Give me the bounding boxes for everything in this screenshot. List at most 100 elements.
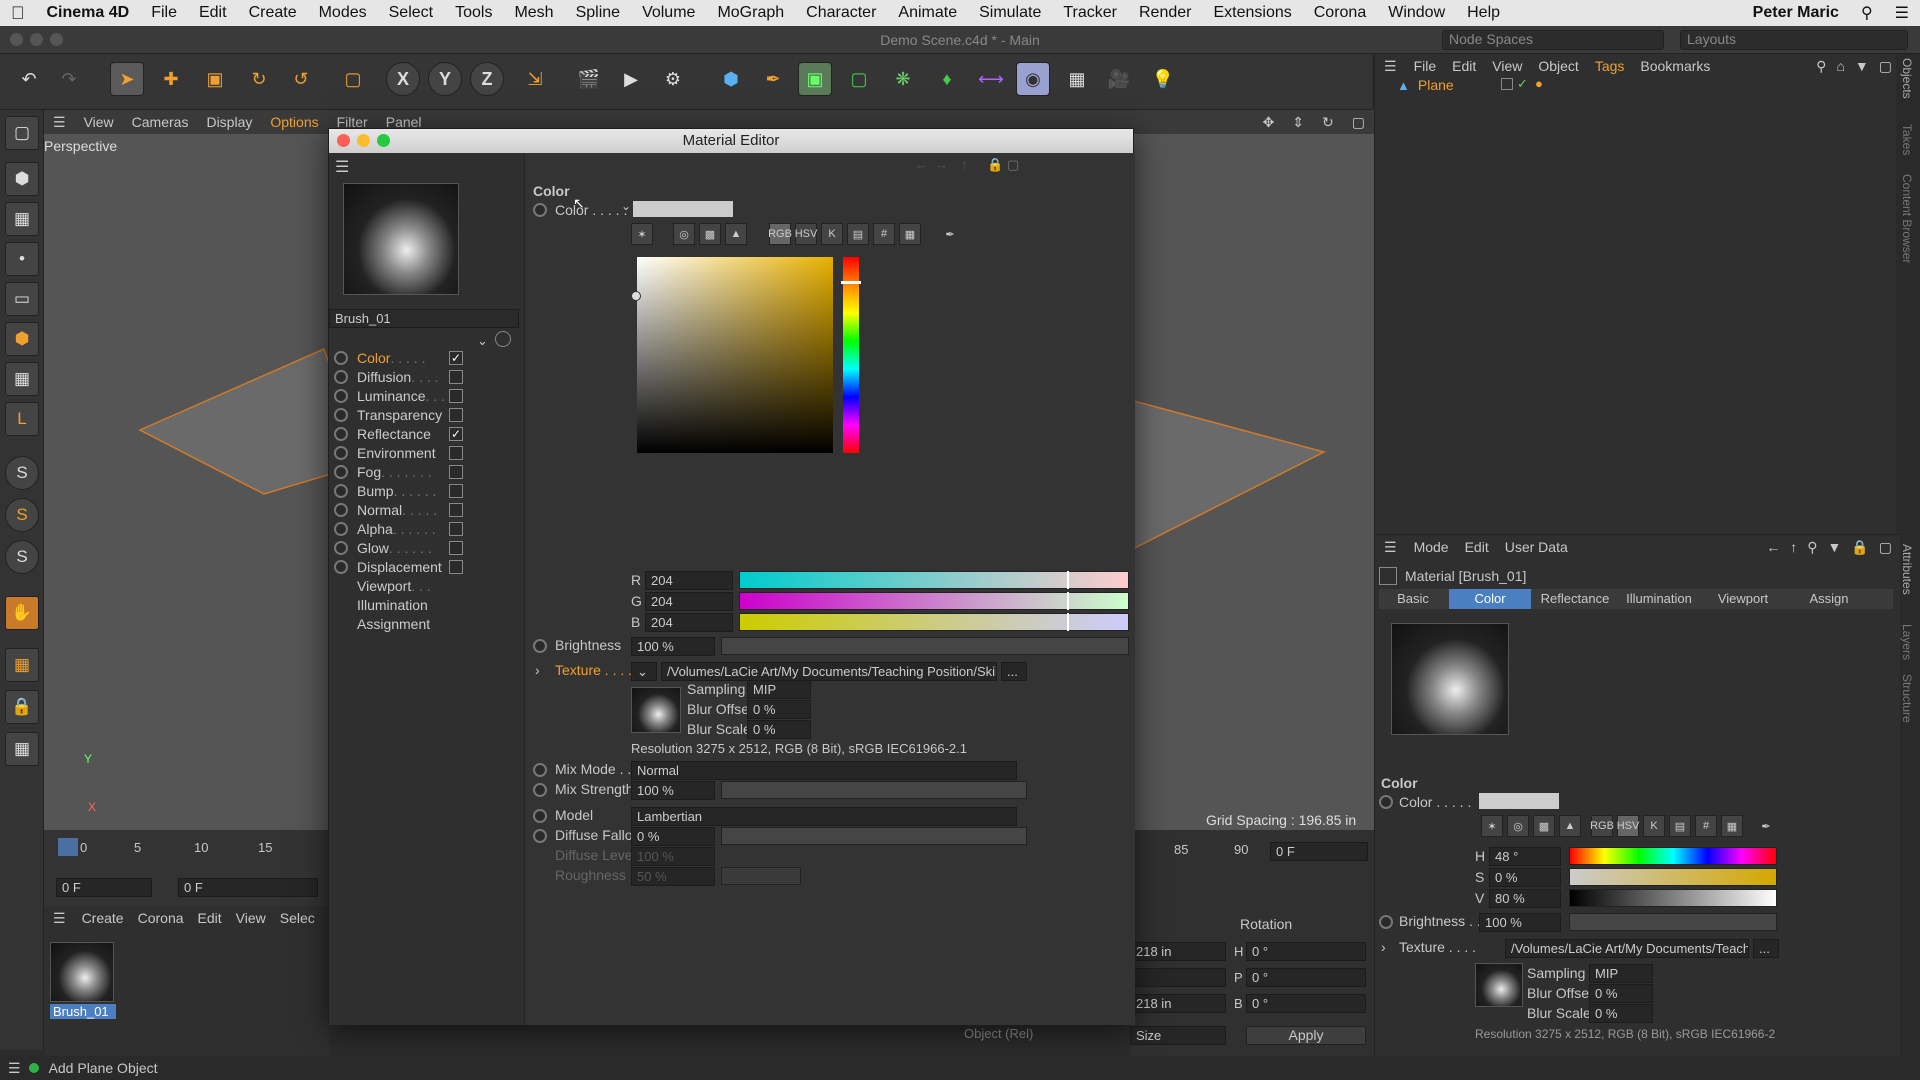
channel-radio[interactable] xyxy=(334,560,348,574)
channel-checkbox[interactable] xyxy=(449,408,463,422)
current-frame-field[interactable]: 0 F xyxy=(178,878,318,897)
color-swatch[interactable] xyxy=(633,201,733,217)
menu-create[interactable]: Create xyxy=(238,4,308,22)
attr-sampling-dropdown[interactable]: MIP xyxy=(1589,964,1653,983)
cube-icon[interactable]: ⬢ xyxy=(714,62,748,96)
objects-menu-file[interactable]: File xyxy=(1406,58,1445,74)
apply-button[interactable]: Apply xyxy=(1246,1026,1366,1045)
hue-strip[interactable] xyxy=(843,257,859,453)
menu-file[interactable]: File xyxy=(140,4,188,22)
attr-texture-browse-button[interactable]: ... xyxy=(1753,939,1779,958)
picker-hex-icon[interactable]: # xyxy=(873,223,895,245)
apple-icon[interactable]:  xyxy=(0,3,36,24)
menu-animate[interactable]: Animate xyxy=(887,4,968,22)
attr-value-slider[interactable] xyxy=(1569,889,1777,907)
deformer-icon[interactable]: ⟷ xyxy=(974,62,1008,96)
coordinate-system-icon[interactable]: ⇲ xyxy=(518,62,552,96)
rotate-tool-icon[interactable]: ↻ xyxy=(242,62,276,96)
saturation-value-field[interactable] xyxy=(637,257,833,453)
render-settings-icon[interactable]: ⚙ xyxy=(656,62,690,96)
subdivision-icon[interactable]: ▣ xyxy=(798,62,832,96)
channel-radio[interactable] xyxy=(334,427,348,441)
menu-window[interactable]: Window xyxy=(1377,4,1456,22)
lock-icon[interactable]: 🔒 xyxy=(1846,539,1873,556)
attr-material-preview[interactable] xyxy=(1391,623,1509,735)
render-view-icon[interactable]: 🎬 xyxy=(572,62,606,96)
green-field[interactable]: 204 xyxy=(645,592,733,611)
matmgr-menu-view[interactable]: View xyxy=(229,910,273,926)
rotation-h-field[interactable]: 0 ° xyxy=(1246,942,1366,961)
saturation-value-handle[interactable] xyxy=(631,291,641,301)
matmgr-menu-select[interactable]: Selec xyxy=(273,910,322,926)
menu-volume[interactable]: Volume xyxy=(631,4,706,22)
user-name[interactable]: Peter Maric xyxy=(1742,4,1850,22)
pen-icon[interactable]: ✒ xyxy=(756,62,790,96)
object-name[interactable]: Plane xyxy=(1418,77,1454,93)
diffuse-falloff-animate-radio[interactable] xyxy=(533,829,547,843)
red-slider[interactable] xyxy=(739,571,1129,589)
channel-radio[interactable] xyxy=(334,370,348,384)
attr-tab-basic[interactable]: Basic xyxy=(1379,589,1447,609)
material-swatch-label[interactable]: Brush_01 xyxy=(50,1004,116,1019)
render-to-picture-viewer-icon[interactable]: ▶ xyxy=(614,62,648,96)
search-icon[interactable]: ⚲ xyxy=(1811,58,1831,75)
channel-radio[interactable] xyxy=(334,446,348,460)
sampling-dropdown[interactable]: MIP xyxy=(747,680,811,699)
hue-strip-handle[interactable] xyxy=(841,281,861,284)
attr-value-field[interactable]: 80 % xyxy=(1489,889,1561,908)
attr-picker-rgb-button[interactable]: RGB xyxy=(1590,815,1614,837)
objects-menu-bookmarks[interactable]: Bookmarks xyxy=(1632,58,1718,74)
eyedropper-icon[interactable]: ✒ xyxy=(939,223,961,245)
menu-tracker[interactable]: Tracker xyxy=(1052,4,1128,22)
maximize-view-icon[interactable]: ▢ xyxy=(1343,114,1374,131)
menu-edit[interactable]: Edit xyxy=(188,4,238,22)
picker-image-icon[interactable]: ▲ xyxy=(725,223,747,245)
home-icon[interactable]: ⌂ xyxy=(1831,58,1849,74)
attr-brightness-animate-radio[interactable] xyxy=(1379,915,1393,929)
tab-layers[interactable]: Layers xyxy=(1900,624,1914,660)
start-frame-field[interactable]: 0 F xyxy=(56,878,152,897)
minimize-editor-button[interactable] xyxy=(357,134,370,147)
material-name-field[interactable]: Brush_01 xyxy=(329,309,519,328)
texture-mode-icon[interactable]: ▦ xyxy=(5,202,39,236)
viewport-menu-display[interactable]: Display xyxy=(197,114,261,130)
channel-checkbox[interactable] xyxy=(449,465,463,479)
attr-menu-user-data[interactable]: User Data xyxy=(1497,539,1576,555)
polygons-mode-icon[interactable]: ⬢ xyxy=(5,322,39,356)
material-name-pick-icon[interactable] xyxy=(495,331,511,347)
hamburger-icon[interactable]: ☰ xyxy=(44,114,75,131)
picker-rgb-button[interactable]: RGB xyxy=(768,223,792,245)
blur-scale-field[interactable]: 0 % xyxy=(747,720,811,739)
green-slider[interactable] xyxy=(739,592,1129,610)
menu-mograph[interactable]: MoGraph xyxy=(706,4,795,22)
red-slider-handle[interactable] xyxy=(1067,571,1069,589)
rotation-b-field[interactable]: 0 ° xyxy=(1246,994,1366,1013)
attr-hue-slider[interactable] xyxy=(1569,847,1777,865)
menu-select[interactable]: Select xyxy=(378,4,444,22)
channel-checkbox[interactable] xyxy=(449,389,463,403)
attr-picker-hsv-button[interactable]: HSV xyxy=(1617,815,1639,837)
make-editable-icon[interactable]: ▢ xyxy=(5,116,39,150)
hamburger-icon[interactable]: ☰ xyxy=(1375,539,1406,556)
minimize-window-button[interactable] xyxy=(30,33,43,46)
channel-radio[interactable] xyxy=(334,522,348,536)
tab-attributes[interactable]: Attributes xyxy=(1900,544,1914,595)
channel-checkbox[interactable] xyxy=(449,484,463,498)
light-icon[interactable]: 💡 xyxy=(1146,62,1180,96)
filter-icon[interactable]: ▼ xyxy=(1822,539,1846,555)
timeline-playhead[interactable] xyxy=(58,838,78,856)
select-tool-icon[interactable]: ➤ xyxy=(110,62,144,96)
objects-menu-view[interactable]: View xyxy=(1484,58,1530,74)
tab-takes[interactable]: Takes xyxy=(1900,124,1914,155)
mograph-icon[interactable]: ♦ xyxy=(930,62,964,96)
back-arrow-icon[interactable]: ← xyxy=(1761,539,1785,555)
zoom-editor-button[interactable] xyxy=(377,134,390,147)
channel-checkbox[interactable] xyxy=(449,522,463,536)
menu-tools[interactable]: Tools xyxy=(444,4,503,22)
tab-objects[interactable]: Objects xyxy=(1900,58,1914,99)
menu-mesh[interactable]: Mesh xyxy=(503,4,564,22)
size-mode-dropdown[interactable]: Size xyxy=(1130,1026,1226,1045)
menu-corona[interactable]: Corona xyxy=(1303,4,1377,22)
snap-settings-icon[interactable]: S xyxy=(5,498,39,532)
matmgr-menu-corona[interactable]: Corona xyxy=(131,910,191,926)
